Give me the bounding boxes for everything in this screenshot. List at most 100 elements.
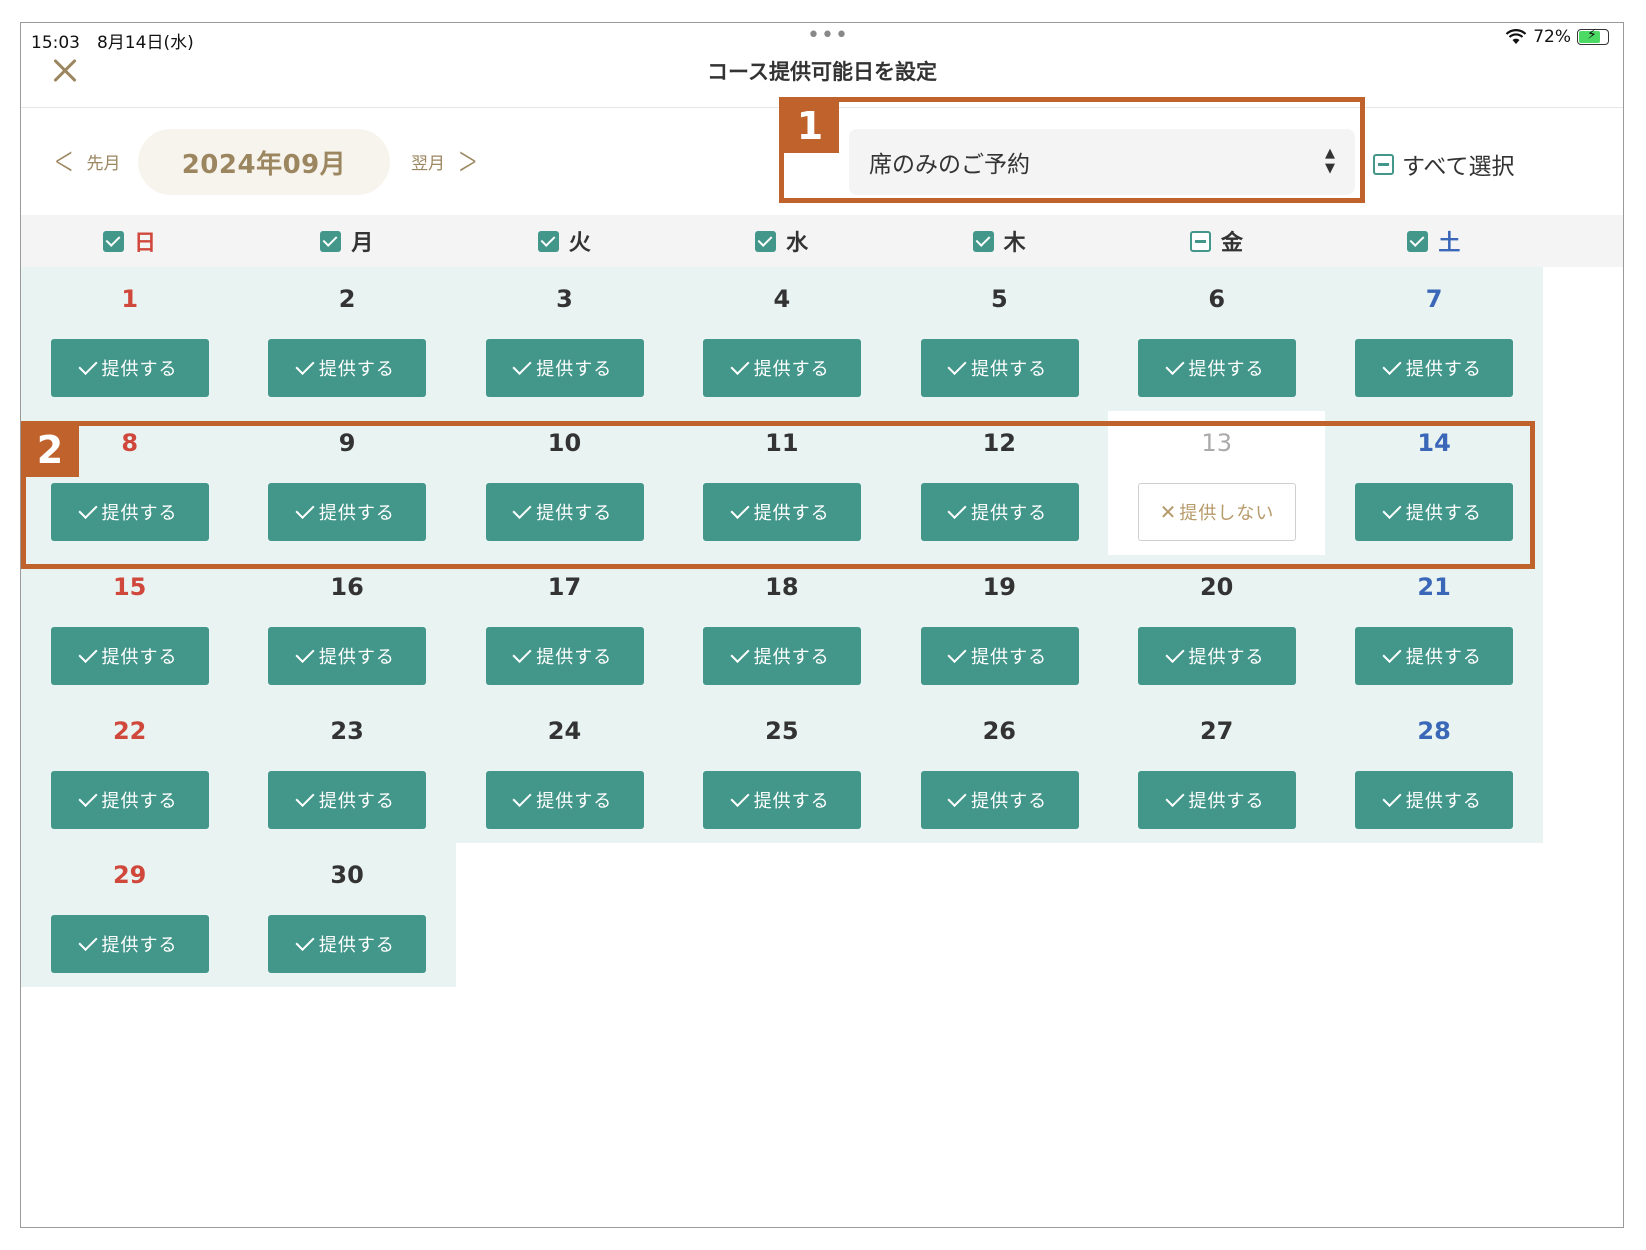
offer-button[interactable]: 提供する <box>1355 771 1514 829</box>
offer-button[interactable]: 提供する <box>703 771 862 829</box>
offer-button[interactable]: 提供する <box>51 771 209 829</box>
offer-button-label: 提供する <box>536 791 613 812</box>
day-number: 18 <box>765 573 799 601</box>
offer-button[interactable]: 提供する <box>1355 627 1514 685</box>
not-offer-button[interactable]: ✕ 提供しない <box>1138 483 1296 541</box>
weekday-label: 金 <box>1220 231 1243 256</box>
offer-button-label: 提供する <box>971 503 1048 524</box>
day-number: 19 <box>982 573 1016 601</box>
offer-button[interactable]: 提供する <box>1355 483 1514 541</box>
offer-button[interactable]: 提供する <box>268 483 427 541</box>
calendar-day-cell: 21 提供する <box>1325 555 1543 699</box>
chevron-right-icon: > <box>457 138 478 184</box>
offer-button[interactable]: 提供する <box>920 339 1079 397</box>
weekday-toggle[interactable]: 水 <box>673 215 890 267</box>
offer-button-label: 提供する <box>1405 647 1482 668</box>
offer-button[interactable]: 提供する <box>485 627 644 685</box>
check-icon <box>295 787 315 807</box>
offer-button[interactable]: 提供する <box>51 915 209 973</box>
offer-button[interactable]: 提供する <box>268 627 427 685</box>
calendar-day-cell: 4 提供する <box>673 267 891 411</box>
offer-button[interactable]: 提供する <box>920 483 1079 541</box>
offer-button-label: 提供する <box>318 791 395 812</box>
check-icon <box>1164 355 1185 375</box>
next-month-label: 翌月 <box>411 153 445 174</box>
calendar-day-cell: 12 提供する <box>890 411 1108 555</box>
offer-button-label: 提供する <box>753 503 830 524</box>
offer-button[interactable]: 提供する <box>703 339 862 397</box>
offer-button-label: 提供する <box>753 359 830 380</box>
calendar-day-cell: 1 提供する <box>21 267 239 411</box>
offer-button-label: 提供しない <box>1179 503 1275 524</box>
day-number: 9 <box>338 429 356 457</box>
select-all-toggle[interactable]: すべて選択 <box>1373 147 1514 181</box>
weekday-toggle[interactable]: 土 <box>1325 215 1542 267</box>
calendar-day-cell: 19 提供する <box>890 555 1108 699</box>
prev-month-button[interactable]: < 先月 <box>47 141 121 181</box>
offer-button[interactable]: 提供する <box>1138 339 1296 397</box>
status-time: 15:03 8月14日(水) <box>31 33 194 53</box>
calendar-day-cell: 20 提供する <box>1108 555 1326 699</box>
offer-button[interactable]: 提供する <box>268 771 427 829</box>
calendar-day-cell: 18 提供する <box>673 555 891 699</box>
offer-button-label: 提供する <box>971 791 1048 812</box>
multitasking-dots[interactable]: ••• <box>807 23 849 48</box>
day-number: 17 <box>547 573 582 601</box>
offer-button[interactable]: 提供する <box>51 339 209 397</box>
day-number: 22 <box>112 717 147 745</box>
weekday-checkbox[interactable] <box>320 230 342 252</box>
offer-button[interactable]: 提供する <box>920 627 1079 685</box>
weekday-toggle[interactable]: 火 <box>456 215 673 267</box>
offer-button[interactable]: 提供する <box>485 339 644 397</box>
offer-button-label: 提供する <box>753 791 830 812</box>
day-number: 15 <box>112 573 147 601</box>
calendar-day-cell: 15 提供する <box>21 555 239 699</box>
check-icon <box>512 499 532 519</box>
check-icon <box>947 787 967 807</box>
check-icon <box>77 931 98 951</box>
offer-button[interactable]: 提供する <box>1138 627 1296 685</box>
offer-button-label: 提供する <box>318 503 395 524</box>
weekday-toggle[interactable]: 木 <box>891 215 1108 267</box>
calendar-day-cell: 22 提供する <box>21 699 239 843</box>
battery-icon: ⚡ <box>1577 27 1609 45</box>
check-icon <box>295 931 315 951</box>
weekday-checkbox[interactable] <box>755 230 777 252</box>
day-number: 26 <box>982 717 1016 745</box>
day-number: 4 <box>773 285 791 313</box>
offer-button[interactable]: 提供する <box>485 771 644 829</box>
offer-button[interactable]: 提供する <box>920 771 1079 829</box>
offer-button[interactable]: 提供する <box>485 483 644 541</box>
weekday-checkbox[interactable] <box>1407 230 1429 252</box>
offer-button-label: 提供する <box>1188 791 1265 812</box>
weekday-header: 日月火水木 金 土 <box>21 215 1623 267</box>
offer-button[interactable]: 提供する <box>268 339 427 397</box>
offer-button-label: 提供する <box>101 935 178 956</box>
offer-button[interactable]: 提供する <box>51 627 209 685</box>
weekday-checkbox[interactable] <box>537 230 559 252</box>
course-select[interactable]: 席のみのご予約 ▲ ▼ <box>849 129 1355 195</box>
weekday-checkbox[interactable] <box>102 230 124 252</box>
offer-button-label: 提供する <box>101 503 178 524</box>
next-month-button[interactable]: 翌月 > <box>411 141 485 181</box>
day-number: 12 <box>982 429 1016 457</box>
offer-button[interactable]: 提供する <box>51 483 209 541</box>
calendar-day-cell: 3 提供する <box>455 267 674 411</box>
select-all-checkbox[interactable] <box>1373 153 1394 175</box>
check-icon <box>730 787 750 807</box>
weekday-toggle[interactable]: 金 <box>1108 215 1325 267</box>
weekday-toggle[interactable]: 日 <box>21 215 238 267</box>
offer-button[interactable]: 提供する <box>703 483 862 541</box>
offer-button[interactable]: 提供する <box>1355 339 1514 397</box>
day-number: 25 <box>765 717 799 745</box>
offer-button-label: 提供する <box>971 647 1048 668</box>
offer-button[interactable]: 提供する <box>703 627 862 685</box>
weekday-checkbox[interactable] <box>972 230 994 252</box>
offer-button-label: 提供する <box>1188 647 1265 668</box>
page-title: コース提供可能日を設定 <box>707 60 937 84</box>
day-number: 20 <box>1199 573 1234 601</box>
offer-button[interactable]: 提供する <box>268 915 427 973</box>
weekday-checkbox[interactable] <box>1189 230 1211 252</box>
offer-button[interactable]: 提供する <box>1138 771 1296 829</box>
weekday-toggle[interactable]: 月 <box>238 215 455 267</box>
